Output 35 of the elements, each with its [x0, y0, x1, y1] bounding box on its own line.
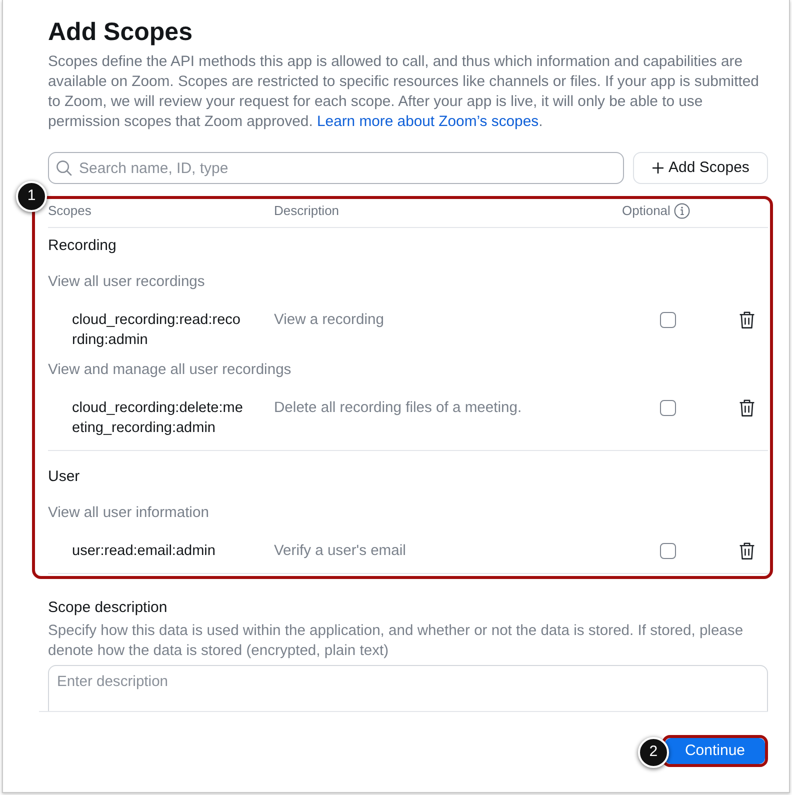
plus-icon	[652, 162, 664, 174]
scope-name: user:read:email:admin	[72, 542, 216, 561]
group-title: Recording	[48, 236, 116, 256]
group-title: User	[48, 466, 80, 487]
field-label: Scope description	[48, 598, 168, 618]
callout-number-badge: 1	[16, 181, 47, 212]
scope-description: Verify a user's email	[274, 542, 406, 561]
column-header: Scopes	[48, 202, 92, 220]
section-title: View all user recordings	[48, 272, 205, 292]
optional-checkbox[interactable]	[660, 400, 676, 416]
callout-number-badge: 2	[638, 737, 669, 768]
add-scopes-button[interactable]: Add Scopes	[633, 152, 768, 184]
scope-description: Delete all recording files of a meeting.	[274, 399, 522, 418]
delete-button[interactable]	[739, 399, 755, 417]
page-title: Add Scopes	[48, 17, 194, 48]
scope-description: View a recording	[274, 311, 384, 330]
trash-icon	[739, 542, 755, 560]
optional-checkbox[interactable]	[660, 543, 676, 559]
scope-name: cloud_recording:delete:meeting_recording:admin	[72, 399, 244, 438]
learn-more-link[interactable]: Learn more about Zoom’s scopes	[317, 114, 539, 130]
trash-icon	[739, 399, 755, 417]
section-title: View all user information	[48, 504, 209, 523]
section-title: View and manage all user recordings	[48, 360, 292, 380]
column-header: Optional	[622, 202, 670, 220]
search-field[interactable]: Search name, ID, type	[48, 152, 624, 184]
continue-button[interactable]: Continue	[664, 738, 765, 764]
intro-text: Scopes define the API methods this app is allowed to call, and thus which information and capabilities are available on Zoom. Scopes are restricted to specific resources like channels or files. If your app is submitted to Zoom, we will review your request for each scope. After your app is live, it will only be able to use permission scopes that Zoom approved. Learn more about Zoom’s scopes.	[48, 53, 760, 132]
search-icon	[56, 160, 72, 176]
delete-button[interactable]	[739, 542, 755, 560]
scope-name: cloud_recording:read:recording:admin	[72, 311, 242, 350]
column-header: Description	[274, 202, 340, 220]
trash-icon	[739, 311, 755, 329]
optional-checkbox[interactable]	[660, 312, 676, 328]
delete-button[interactable]	[739, 311, 755, 329]
help-text: Specify how this data is used within the application, and whether or not the data is stored. If stored, please denote how the data is stored (encrypted, plain text)	[48, 622, 744, 661]
